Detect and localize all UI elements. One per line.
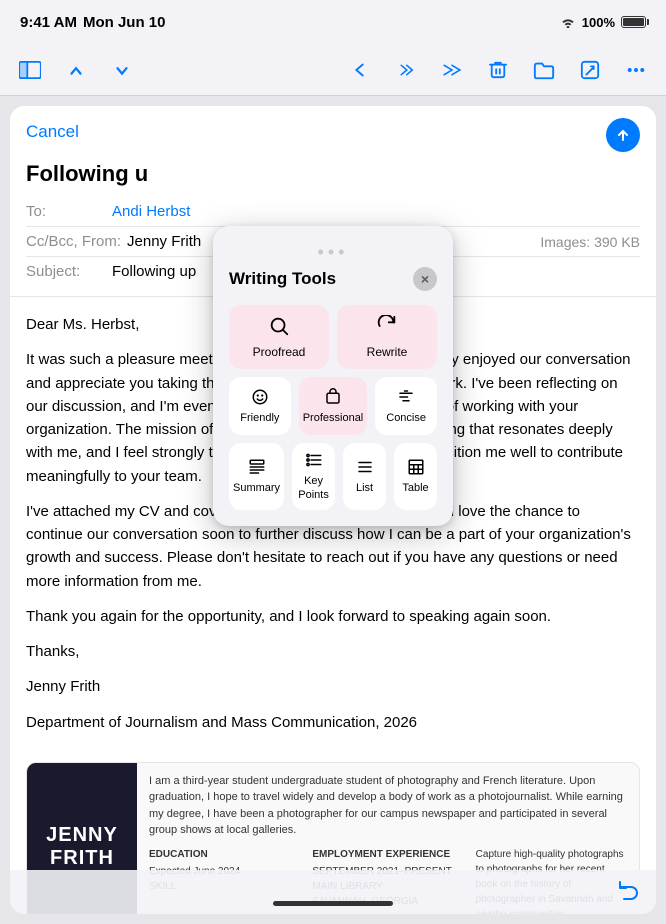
toolbar	[0, 44, 666, 96]
email-thanks: Thanks,	[26, 640, 640, 663]
bottom-bar	[10, 870, 656, 914]
friendly-label: Friendly	[240, 412, 279, 425]
more-icon[interactable]	[622, 56, 650, 84]
summary-icon	[248, 458, 266, 479]
sig-bio: I am a third-year student undergraduate …	[149, 773, 627, 839]
proofread-button[interactable]: Proofread	[229, 305, 329, 369]
tools-row-top: Proofread Rewrite	[229, 305, 437, 369]
tools-row-bot: Summary Key Points	[229, 443, 437, 509]
table-button[interactable]: Table	[394, 443, 437, 509]
battery-icon	[621, 16, 646, 28]
email-subject-title: Following u	[26, 161, 640, 187]
popup-header: Writing Tools ×	[229, 267, 437, 291]
sig-edu-title: EDUCATION	[149, 847, 300, 862]
email-body-p3: Thank you again for the opportunity, and…	[26, 605, 640, 628]
tools-row-mid: Friendly Professional	[229, 377, 437, 435]
professional-label: Professional	[303, 412, 364, 425]
undo-icon[interactable]	[616, 878, 640, 906]
friendly-icon	[251, 388, 269, 409]
concise-button[interactable]: Concise	[375, 377, 437, 435]
status-bar-right: 100%	[560, 15, 646, 30]
drag-handle: •••	[229, 242, 437, 263]
ccbcc-value[interactable]: Jenny Frith	[127, 233, 201, 250]
popup-title: Writing Tools	[229, 269, 336, 289]
back-icon[interactable]	[346, 56, 374, 84]
cancel-button[interactable]: Cancel	[26, 122, 79, 142]
wifi-icon	[560, 16, 576, 28]
sig-emp-title: EMPLOYMENT EXPERIENCE	[312, 847, 463, 862]
main-area: Cancel Following u To: Andi Herbst Cc/Bc…	[0, 96, 666, 924]
writing-tools-popup: ••• Writing Tools × Proofread	[213, 226, 453, 526]
email-author-name: Jenny Frith	[26, 675, 640, 698]
images-label: Images: 390 KB	[540, 234, 640, 250]
ccbcc-label: Cc/Bcc, From:	[26, 233, 121, 250]
sig-name-top: JENNY	[46, 824, 118, 847]
subject-value[interactable]: Following up	[112, 263, 196, 280]
to-value[interactable]: Andi Herbst	[112, 203, 190, 220]
summary-button[interactable]: Summary	[229, 443, 284, 509]
rewrite-label: Rewrite	[367, 345, 408, 359]
status-bar: 9:41 AM Mon Jun 10 100%	[0, 0, 666, 44]
summary-label: Summary	[233, 482, 280, 495]
date: Mon Jun 10	[83, 14, 166, 31]
key-points-label: Key Points	[296, 475, 331, 501]
home-indicator	[273, 901, 393, 906]
email-to-field: To: Andi Herbst	[26, 197, 640, 227]
popup-close-button[interactable]: ×	[413, 267, 437, 291]
sig-name-bottom: FRITH	[50, 847, 114, 870]
professional-icon	[324, 388, 342, 409]
list-button[interactable]: List	[343, 443, 386, 509]
status-bar-left: 9:41 AM Mon Jun 10	[20, 14, 165, 31]
chevron-down-icon[interactable]	[108, 56, 136, 84]
rewrite-icon	[376, 315, 398, 341]
email-dept: Department of Journalism and Mass Commun…	[26, 711, 640, 734]
table-label: Table	[402, 482, 428, 495]
forward-icon[interactable]	[392, 56, 420, 84]
proofread-label: Proofread	[253, 345, 306, 359]
professional-button[interactable]: Professional	[299, 377, 368, 435]
folder-icon[interactable]	[530, 56, 558, 84]
send-button[interactable]	[606, 118, 640, 152]
toolbar-right	[346, 56, 650, 84]
table-icon	[407, 458, 425, 479]
to-label: To:	[26, 203, 106, 220]
list-icon	[356, 458, 374, 479]
time: 9:41 AM	[20, 14, 77, 31]
key-points-icon	[305, 451, 323, 472]
list-label: List	[356, 482, 373, 495]
proofread-icon	[268, 315, 290, 341]
concise-icon	[397, 388, 415, 409]
trash-icon[interactable]	[484, 56, 512, 84]
toolbar-left	[16, 56, 136, 84]
sidebar-toggle-icon[interactable]	[16, 56, 44, 84]
key-points-button[interactable]: Key Points	[292, 443, 335, 509]
rewrite-button[interactable]: Rewrite	[337, 305, 437, 369]
edit-icon[interactable]	[576, 56, 604, 84]
forward2-icon[interactable]	[438, 56, 466, 84]
concise-label: Concise	[386, 412, 426, 425]
battery-label: 100%	[582, 15, 615, 30]
subject-label: Subject:	[26, 263, 106, 280]
chevron-up-icon[interactable]	[62, 56, 90, 84]
friendly-button[interactable]: Friendly	[229, 377, 291, 435]
